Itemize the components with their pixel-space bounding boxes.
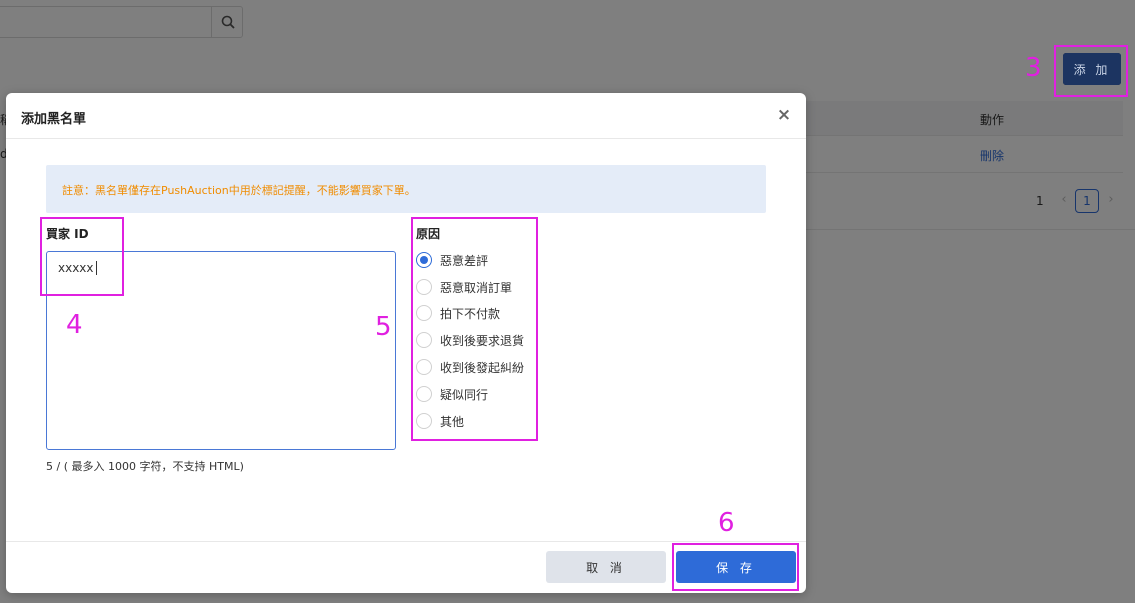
annotation-box-6 (672, 543, 799, 591)
close-icon[interactable]: × (775, 106, 793, 124)
dialog-footer-divider (6, 541, 806, 542)
add-blacklist-dialog: 添加黑名單 × 註意：黑名單僅存在PushAuction中用於標記提醒，不能影響… (6, 93, 806, 593)
cancel-button[interactable]: 取 消 (546, 551, 666, 583)
annotation-box-5 (411, 217, 538, 441)
annotation-number-5: 5 (375, 312, 392, 342)
notice-text: 註意：黑名單僅存在PushAuction中用於標記提醒，不能影響買家下單。 (62, 184, 416, 197)
dialog-header: 添加黑名單 × (6, 93, 806, 139)
annotation-box-4 (40, 217, 124, 296)
notice-banner: 註意：黑名單僅存在PushAuction中用於標記提醒，不能影響買家下單。 (46, 165, 766, 213)
annotation-number-6: 6 (718, 508, 735, 538)
annotation-number-3: 3 (1025, 53, 1042, 83)
add-button-highlight[interactable]: 添 加 (1063, 53, 1121, 85)
annotation-number-4: 4 (66, 310, 83, 340)
char-count-hint: 5 / ( 最多入 1000 字符，不支持 HTML) (46, 460, 244, 473)
dialog-title: 添加黑名單 (21, 112, 87, 127)
